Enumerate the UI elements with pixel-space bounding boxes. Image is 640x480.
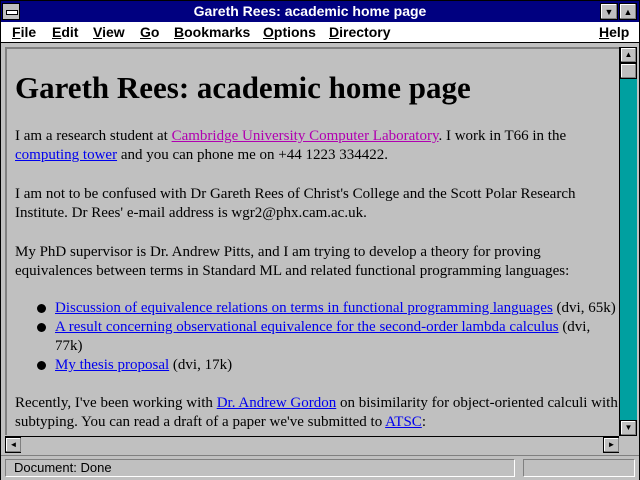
bullet-icon bbox=[37, 361, 46, 370]
window-title: Gareth Rees: academic home page bbox=[193, 3, 427, 19]
menu-options[interactable]: Options bbox=[263, 24, 316, 40]
menu-file[interactable]: File bbox=[12, 24, 36, 40]
menu-bookmarks[interactable]: Bookmarks bbox=[174, 24, 250, 40]
menu-directory[interactable]: Directory bbox=[329, 24, 390, 40]
vertical-scroll-track[interactable] bbox=[620, 63, 637, 420]
phd-paragraph: My PhD supervisor is Dr. Andrew Pitts, a… bbox=[15, 244, 570, 279]
title-bar[interactable]: Gareth Rees: academic home page ▼ ▲ bbox=[1, 1, 639, 22]
computing-tower-link[interactable]: computing tower bbox=[15, 147, 117, 163]
disambiguation-paragraph: I am not to be confused with Dr Gareth R… bbox=[15, 186, 576, 221]
list-item: My thesis proposal (dvi, 17k) bbox=[37, 356, 619, 375]
atsc-link[interactable]: ATSC bbox=[385, 414, 422, 430]
bullet-icon bbox=[37, 304, 46, 313]
vertical-scrollbar[interactable]: ▲ ▼ bbox=[619, 47, 637, 436]
scroll-right-button[interactable]: ► bbox=[603, 437, 620, 453]
scrollbar-corner bbox=[619, 436, 637, 454]
andrew-gordon-link[interactable]: Dr. Andrew Gordon bbox=[217, 395, 337, 411]
scroll-left-button[interactable]: ◄ bbox=[5, 437, 22, 453]
scroll-down-button[interactable]: ▼ bbox=[620, 420, 637, 436]
page-content[interactable]: Gareth Rees: academic home page I am a r… bbox=[5, 47, 619, 435]
menu-view[interactable]: View bbox=[93, 24, 125, 40]
paper-link-equivalence-relations[interactable]: Discussion of equivalence relations on t… bbox=[55, 300, 553, 316]
intro-paragraph: I am a research student at Cambridge Uni… bbox=[15, 128, 567, 163]
list-item: A result concerning observational equiva… bbox=[37, 318, 619, 356]
paper-link-observational-equivalence[interactable]: A result concerning observational equiva… bbox=[55, 319, 559, 335]
maximize-button[interactable]: ▲ bbox=[619, 3, 637, 20]
recent-work-paragraph: Recently, I've been working with Dr. And… bbox=[15, 395, 618, 430]
vertical-scroll-thumb[interactable] bbox=[620, 63, 637, 79]
progress-indicator bbox=[523, 459, 635, 477]
cambridge-lab-link[interactable]: Cambridge University Computer Laboratory bbox=[172, 128, 439, 144]
papers-list: Discussion of equivalence relations on t… bbox=[15, 299, 619, 375]
horizontal-scrollbar[interactable]: ◄ ► bbox=[5, 436, 620, 454]
status-text: Document: Done bbox=[5, 459, 515, 477]
horizontal-scroll-track[interactable] bbox=[21, 437, 603, 454]
list-item: Discussion of equivalence relations on t… bbox=[37, 299, 619, 318]
status-bar: Document: Done bbox=[1, 455, 639, 480]
page-heading: Gareth Rees: academic home page bbox=[15, 70, 471, 105]
scroll-up-button[interactable]: ▲ bbox=[620, 47, 637, 63]
system-menu-icon[interactable] bbox=[2, 3, 20, 20]
browser-window: Gareth Rees: academic home page ▼ ▲ File… bbox=[0, 0, 640, 480]
minimize-button[interactable]: ▼ bbox=[600, 3, 618, 20]
menu-help[interactable]: Help bbox=[599, 24, 629, 40]
bullet-icon bbox=[37, 323, 46, 332]
menu-go[interactable]: Go bbox=[140, 24, 159, 40]
menu-edit[interactable]: Edit bbox=[52, 24, 78, 40]
paper-link-thesis-proposal[interactable]: My thesis proposal bbox=[55, 357, 169, 373]
menu-bar: File Edit View Go Bookmarks Options Dire… bbox=[1, 22, 639, 43]
